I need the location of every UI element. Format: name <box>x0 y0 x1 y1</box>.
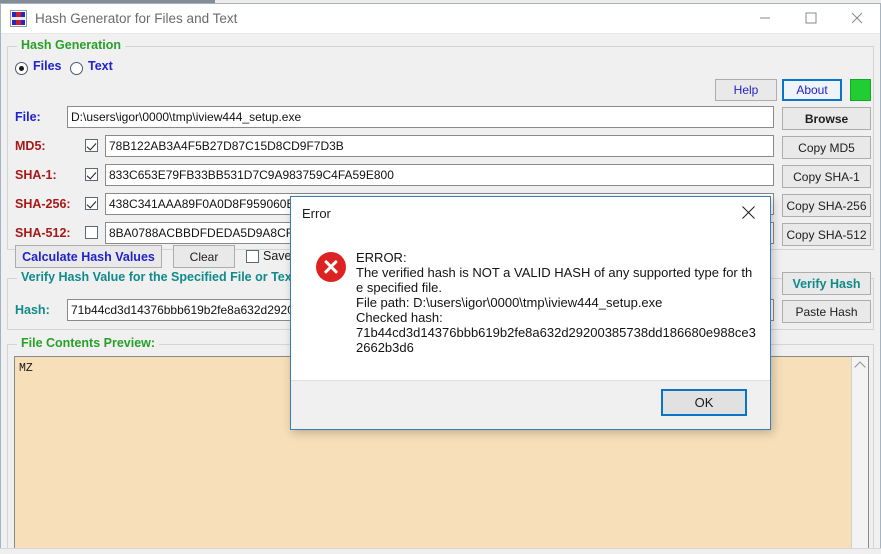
sha512-label: SHA-512: <box>15 226 71 240</box>
copy-sha256-button[interactable]: Copy SHA-256 <box>782 194 871 217</box>
copy-sha512-button[interactable]: Copy SHA-512 <box>782 223 871 246</box>
md5-value-input[interactable]: 78B122AB3A4F5B27D87C15D8CD9F7D3B <box>105 135 774 157</box>
hash-generation-group-title: Hash Generation <box>17 38 126 52</box>
radio-files[interactable] <box>15 62 28 75</box>
about-button[interactable]: About <box>782 79 842 101</box>
error-dialog: Error ERROR: The verified hash is NOT a … <box>290 196 771 430</box>
error-dialog-close-icon[interactable] <box>726 197 770 227</box>
file-contents-preview-text: MZ <box>19 362 43 375</box>
file-label: File: <box>15 110 41 124</box>
hash-label: Hash: <box>15 303 50 317</box>
screen: Hash Generator for Files and Text Hash G… <box>0 0 881 554</box>
sha256-label: SHA-256: <box>15 197 71 211</box>
radio-text-label: Text <box>88 59 113 73</box>
md5-label: MD5: <box>15 139 46 153</box>
save-results-checkbox[interactable] <box>246 250 259 263</box>
help-button[interactable]: Help <box>715 79 777 101</box>
verify-hash-button[interactable]: Verify Hash <box>782 272 871 295</box>
md5-checkbox[interactable] <box>85 139 98 152</box>
window-title: Hash Generator for Files and Text <box>35 11 238 26</box>
app-badge-icon <box>10 10 27 27</box>
background-window-bottom-edge <box>0 548 881 554</box>
title-bar: Hash Generator for Files and Text <box>1 4 880 34</box>
sha1-checkbox[interactable] <box>85 168 98 181</box>
radio-files-label: Files <box>33 59 62 73</box>
scroll-up-icon[interactable] <box>852 357 868 373</box>
preview-scrollbar[interactable] <box>851 357 868 554</box>
status-indicator <box>850 79 871 101</box>
error-dialog-body: ERROR: The verified hash is NOT a VALID … <box>291 227 770 383</box>
clear-button[interactable]: Clear <box>173 245 235 268</box>
file-path-input[interactable]: D:\users\igor\0000\tmp\iview444_setup.ex… <box>67 106 774 128</box>
error-message: ERROR: The verified hash is NOT a VALID … <box>356 250 756 355</box>
error-dialog-footer: OK <box>291 380 770 429</box>
close-button[interactable] <box>834 4 880 32</box>
file-contents-preview-title: File Contents Preview: <box>17 336 160 350</box>
calculate-hash-values-button[interactable]: Calculate Hash Values <box>15 245 162 268</box>
sha512-checkbox[interactable] <box>85 226 98 239</box>
sha1-value-input[interactable]: 833C653E79FB33BB531D7C9A983759C4FA59E800 <box>105 164 774 186</box>
verify-hash-group-title: Verify Hash Value for the Specified File… <box>17 270 300 284</box>
maximize-button[interactable] <box>788 4 834 32</box>
paste-hash-button[interactable]: Paste Hash <box>782 300 871 323</box>
copy-md5-button[interactable]: Copy MD5 <box>782 136 871 159</box>
client-area: Hash Generation Files Text Help About Fi… <box>1 34 880 554</box>
copy-sha1-button[interactable]: Copy SHA-1 <box>782 165 871 188</box>
minimize-button[interactable] <box>742 4 788 32</box>
sha1-label: SHA-1: <box>15 168 57 182</box>
radio-text[interactable] <box>70 62 83 75</box>
browse-button[interactable]: Browse <box>782 107 871 130</box>
error-dialog-title: Error <box>302 206 331 221</box>
error-dialog-ok-button[interactable]: OK <box>661 389 747 416</box>
error-icon <box>316 252 346 282</box>
hash-generator-window: Hash Generator for Files and Text Hash G… <box>0 3 881 554</box>
sha256-checkbox[interactable] <box>85 197 98 210</box>
